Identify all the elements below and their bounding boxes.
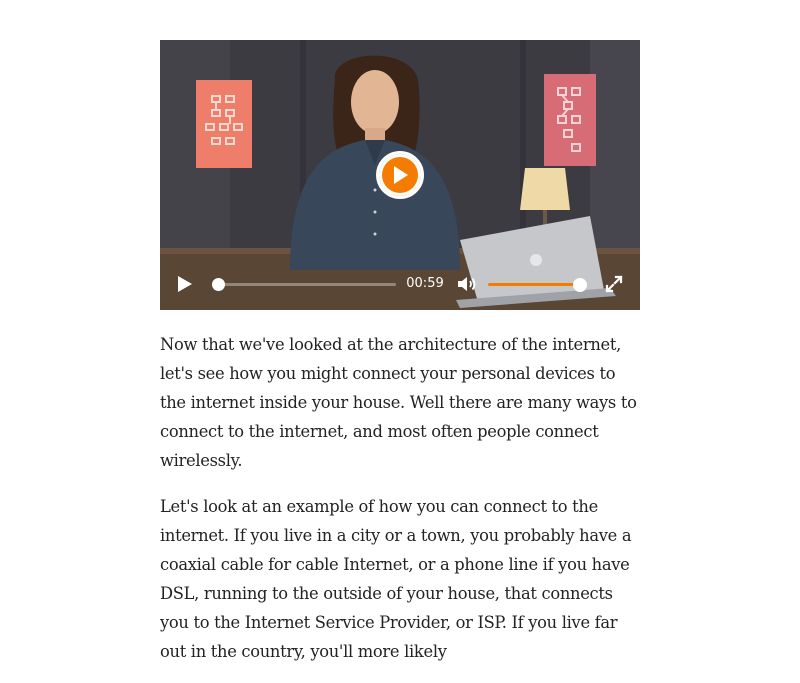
play-circle-icon [394,166,408,184]
video-player[interactable]: 00:59 [160,40,640,310]
poster-left [196,80,252,168]
volume-slider[interactable] [488,278,587,292]
poster-right [544,74,596,166]
transcript-paragraph: Now that we've looked at the architectur… [160,335,637,470]
fullscreen-icon[interactable] [604,274,624,294]
transcript: Now that we've looked at the architectur… [160,330,644,683]
progress-track [212,283,396,286]
volume-level [488,283,580,286]
play-icon[interactable] [174,274,194,294]
current-time: 00:59 [406,276,444,291]
control-bar: 00:59 [160,258,640,310]
progress-handle[interactable] [212,278,225,291]
progress-slider[interactable] [212,278,396,291]
big-play-button[interactable] [376,151,424,199]
transcript-paragraph: Let's look at an example of how you can … [160,497,632,661]
volume-icon[interactable] [456,275,478,293]
volume-handle[interactable] [573,278,587,292]
